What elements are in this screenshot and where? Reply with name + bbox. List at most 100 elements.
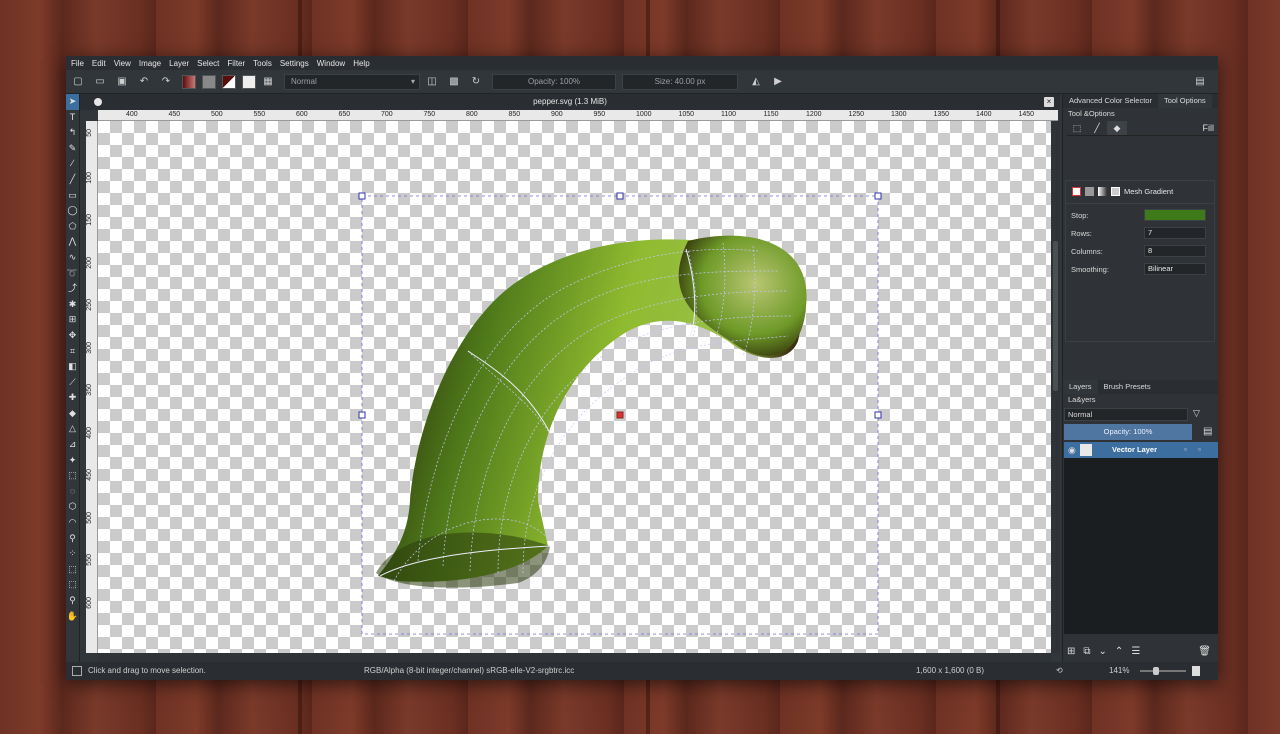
- edit-shapes-tool-icon[interactable]: ↰: [66, 125, 79, 141]
- new-document-icon[interactable]: ▢: [72, 76, 84, 88]
- rows-spinbox[interactable]: 7: [1144, 227, 1206, 239]
- menu-settings[interactable]: Settings: [280, 59, 309, 68]
- rotation-center-handle[interactable]: [616, 411, 624, 419]
- no-fill-icon[interactable]: [1072, 187, 1081, 196]
- menu-image[interactable]: Image: [139, 59, 161, 68]
- ellipse-tool-icon[interactable]: ◯: [66, 203, 79, 219]
- canvas[interactable]: [98, 121, 1051, 653]
- selection-handle[interactable]: [874, 192, 882, 200]
- layer-properties-icon[interactable]: ▤: [1203, 426, 1212, 437]
- tab-layers[interactable]: Layers: [1063, 380, 1098, 394]
- scroll-thumb[interactable]: [1053, 241, 1058, 391]
- open-document-icon[interactable]: ▭: [94, 76, 106, 88]
- layer-opacity-slider[interactable]: Opacity: 100%: [1064, 424, 1192, 440]
- menu-filter[interactable]: Filter: [227, 59, 245, 68]
- pepper-artwork[interactable]: [98, 121, 1051, 653]
- mirror-vertical-icon[interactable]: ▶: [772, 76, 784, 88]
- tab-tool-options[interactable]: Tool Options: [1157, 94, 1212, 108]
- selection-handle[interactable]: [358, 411, 366, 419]
- solid-fill-icon[interactable]: [1085, 187, 1094, 196]
- columns-spinbox[interactable]: 8: [1144, 245, 1206, 257]
- pan-tool-icon[interactable]: ✋: [66, 609, 79, 625]
- eraser-icon[interactable]: ◫: [426, 76, 438, 88]
- multibrush-tool-icon[interactable]: ✱: [66, 297, 79, 313]
- smart-patch-tool-icon[interactable]: ✚: [66, 390, 79, 406]
- menu-help[interactable]: Help: [353, 59, 369, 68]
- selection-mode-icon[interactable]: [72, 666, 82, 676]
- undo-icon[interactable]: ↶: [138, 76, 150, 88]
- gradient-fill-icon[interactable]: [1098, 187, 1107, 196]
- close-icon[interactable]: ×: [1044, 97, 1054, 107]
- polyline-tool-icon[interactable]: ⋀: [66, 234, 79, 250]
- menu-view[interactable]: View: [114, 59, 131, 68]
- zoom-tool-icon[interactable]: ⚲: [66, 593, 79, 609]
- transform-tool-icon[interactable]: ⊞: [66, 312, 79, 328]
- tab-advanced-color-selector[interactable]: Advanced Color Selector: [1063, 94, 1158, 108]
- selection-handle[interactable]: [874, 411, 882, 419]
- selection-handle[interactable]: [616, 192, 624, 200]
- pattern-swatch[interactable]: [202, 74, 216, 89]
- visibility-eye-icon[interactable]: ◉: [1068, 442, 1076, 458]
- move-down-icon[interactable]: ⌄: [1099, 646, 1107, 657]
- bezier-select-tool-icon[interactable]: ⬚: [66, 562, 79, 578]
- calligraphy-tool-icon[interactable]: ✎: [66, 141, 79, 157]
- mirror-horizontal-icon[interactable]: ◭: [750, 76, 762, 88]
- menu-window[interactable]: Window: [317, 59, 345, 68]
- rotate-canvas-icon[interactable]: ⟲: [1056, 662, 1063, 680]
- lock-icon[interactable]: ▫: [1184, 442, 1187, 458]
- select-shapes-tool-icon[interactable]: ➤: [66, 94, 79, 110]
- bezier-tool-icon[interactable]: ∿: [66, 250, 79, 266]
- menu-select[interactable]: Select: [197, 59, 219, 68]
- line-tool-icon[interactable]: ╱: [66, 172, 79, 188]
- tab-brush-presets[interactable]: Brush Presets: [1098, 380, 1157, 394]
- toggle-dock-icon[interactable]: ▤: [1194, 76, 1206, 88]
- opacity-slider[interactable]: Opacity: 100%: [492, 73, 616, 90]
- horizontal-scrollbar[interactable]: [98, 653, 1051, 662]
- reference-tool-icon[interactable]: ✦: [66, 453, 79, 469]
- polygon-tool-icon[interactable]: ⬠: [66, 219, 79, 235]
- fill-mode-icon[interactable]: ◆: [1107, 120, 1127, 135]
- ellipse-select-tool-icon[interactable]: ◌: [66, 484, 79, 500]
- smoothing-select[interactable]: Bilinear: [1144, 263, 1206, 275]
- zoom-slider-handle[interactable]: [1153, 667, 1159, 675]
- selection-handle[interactable]: [358, 192, 366, 200]
- filter-icon[interactable]: ▽: [1193, 408, 1200, 419]
- color-swap-icon[interactable]: [222, 74, 236, 89]
- menu-file[interactable]: File: [71, 59, 84, 68]
- menu-tools[interactable]: Tools: [253, 59, 272, 68]
- reload-icon[interactable]: ↻: [470, 76, 482, 88]
- delete-layer-icon[interactable]: 🗑: [1198, 646, 1211, 657]
- color-picker-tool-icon[interactable]: ⟋: [66, 375, 79, 391]
- preserve-alpha-icon[interactable]: ▩: [448, 76, 460, 88]
- add-layer-icon[interactable]: ⊞: [1067, 646, 1075, 657]
- menu-edit[interactable]: Edit: [92, 59, 106, 68]
- redo-icon[interactable]: ↷: [160, 76, 172, 88]
- select-mode-icon[interactable]: ⬚: [1067, 121, 1087, 135]
- zoom-slider[interactable]: [1140, 670, 1186, 672]
- layer-blend-select[interactable]: Normal: [1064, 408, 1188, 421]
- move-up-icon[interactable]: ⌃: [1115, 646, 1123, 657]
- crop-tool-icon[interactable]: ⌗: [66, 344, 79, 360]
- assistant-tool-icon[interactable]: △: [66, 421, 79, 437]
- freehand-path-tool-icon[interactable]: ➰: [66, 266, 79, 282]
- fill-tool-icon[interactable]: ◆: [66, 406, 79, 422]
- rectangle-tool-icon[interactable]: ▭: [66, 188, 79, 204]
- save-icon[interactable]: ▣: [116, 76, 128, 88]
- measure-tool-icon[interactable]: ⊿: [66, 437, 79, 453]
- rect-select-tool-icon[interactable]: ⬚: [66, 468, 79, 484]
- similar-select-tool-icon[interactable]: ⁘: [66, 546, 79, 562]
- gradient-tool-icon[interactable]: ◧: [66, 359, 79, 375]
- blend-mode-select[interactable]: Normal ▾: [284, 73, 420, 90]
- duplicate-layer-icon[interactable]: ⧉: [1083, 646, 1090, 657]
- brush-preset-icon[interactable]: [242, 74, 256, 89]
- layer-menu-icon[interactable]: ☰: [1131, 646, 1140, 657]
- document-tab[interactable]: pepper.svg (1.3 MiB) ×: [80, 94, 1060, 110]
- dynamic-brush-tool-icon[interactable]: ⤴: [66, 281, 79, 297]
- polygon-select-tool-icon[interactable]: ⬡: [66, 499, 79, 515]
- text-tool-icon[interactable]: T: [66, 110, 79, 126]
- stop-color-button[interactable]: [1144, 209, 1206, 221]
- menu-layer[interactable]: Layer: [169, 59, 189, 68]
- move-tool-icon[interactable]: ✥: [66, 328, 79, 344]
- stroke-mode-icon[interactable]: ╱: [1087, 121, 1107, 135]
- size-slider[interactable]: Size: 40.00 px: [622, 73, 738, 90]
